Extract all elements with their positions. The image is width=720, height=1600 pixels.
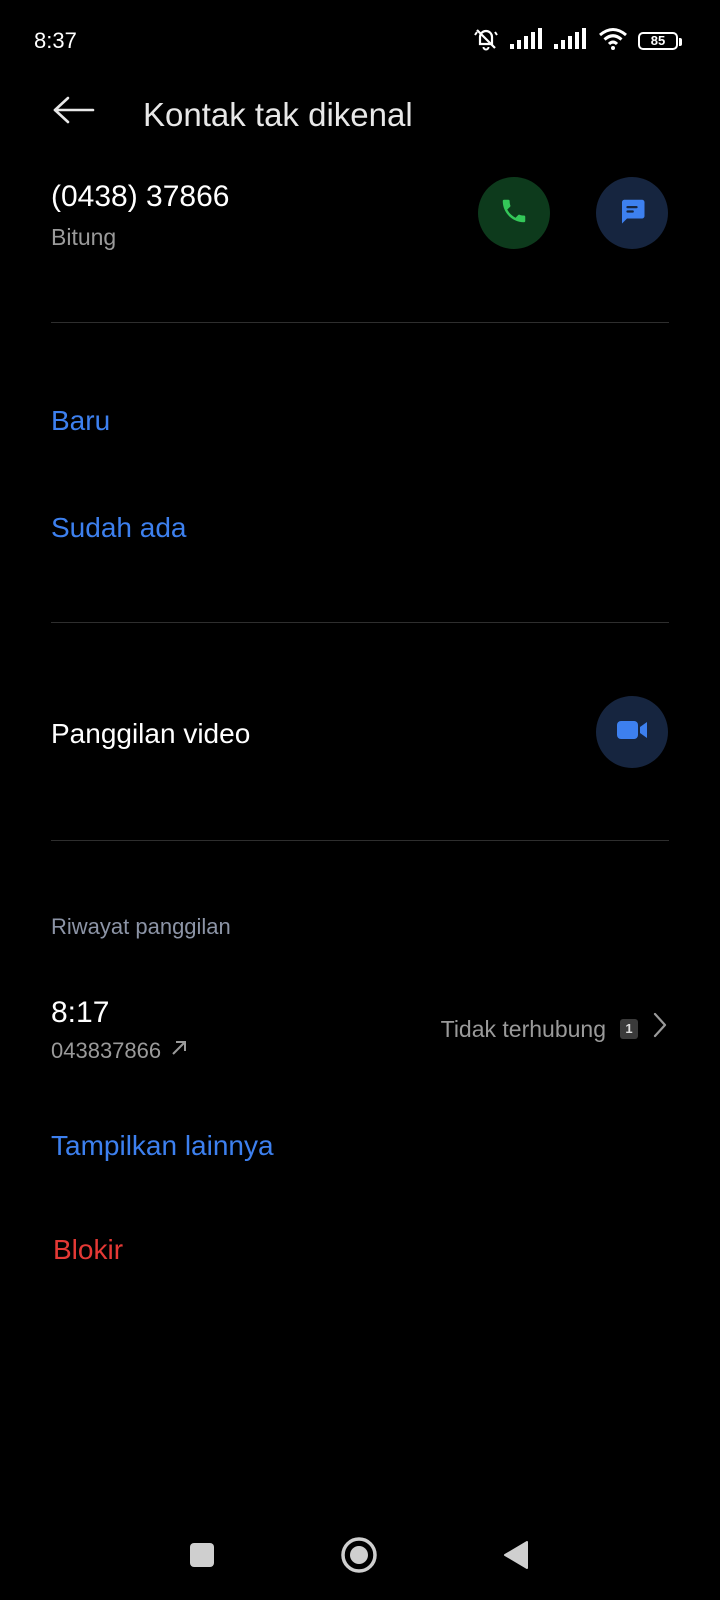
outgoing-arrow-icon — [169, 1036, 189, 1066]
sim-badge: 1 — [620, 1018, 638, 1039]
block-button[interactable]: Blokir — [53, 1232, 123, 1268]
message-icon — [617, 196, 647, 231]
home-circle-icon — [339, 1535, 379, 1580]
contact-phone-number: (0438) 37866 — [51, 180, 230, 213]
new-contact-button[interactable]: Baru — [51, 403, 110, 439]
muted-bell-icon — [472, 25, 500, 58]
divider — [51, 840, 669, 841]
call-time: 8:17 — [51, 996, 110, 1029]
battery-icon: 85 — [638, 32, 682, 50]
video-camera-icon — [615, 716, 649, 749]
call-history-header: Riwayat panggilan — [51, 914, 231, 939]
navigation-bar — [0, 1522, 720, 1592]
show-more-button[interactable]: Tampilkan lainnya — [51, 1128, 274, 1164]
existing-contact-button[interactable]: Sudah ada — [51, 510, 186, 546]
signal-icon-sim2 — [554, 27, 588, 56]
back-button[interactable] — [44, 88, 104, 136]
call-status: Tidak terhubung 1 — [441, 1012, 668, 1045]
back-nav-button[interactable] — [491, 1532, 541, 1582]
status-time: 8:37 — [34, 28, 77, 53]
page-title: Kontak tak dikenal — [143, 96, 413, 133]
battery-level: 85 — [650, 33, 666, 48]
recents-button[interactable] — [177, 1532, 227, 1582]
message-button[interactable] — [596, 177, 668, 249]
square-icon — [188, 1541, 216, 1574]
home-button[interactable] — [334, 1532, 384, 1582]
phone-icon — [499, 196, 529, 231]
video-call-label: Panggilan video — [51, 718, 251, 749]
contact-location: Bitung — [51, 224, 117, 250]
triangle-back-icon — [501, 1539, 531, 1576]
signal-icon-sim1 — [510, 27, 544, 56]
wifi-icon — [598, 27, 628, 56]
call-number: 043837866 — [51, 1036, 189, 1066]
arrow-left-icon — [52, 95, 96, 130]
call-number-text: 043837866 — [51, 1038, 162, 1063]
divider — [51, 622, 669, 623]
status-icons: 85 — [472, 24, 682, 58]
call-status-text: Tidak terhubung — [440, 1015, 606, 1042]
call-button[interactable] — [478, 177, 550, 249]
video-call-button[interactable] — [596, 696, 668, 768]
chevron-right-icon — [652, 1012, 668, 1045]
divider — [51, 322, 669, 323]
call-history-row[interactable]: 8:17 043837866 Tidak terhubung 1 — [0, 980, 720, 1080]
